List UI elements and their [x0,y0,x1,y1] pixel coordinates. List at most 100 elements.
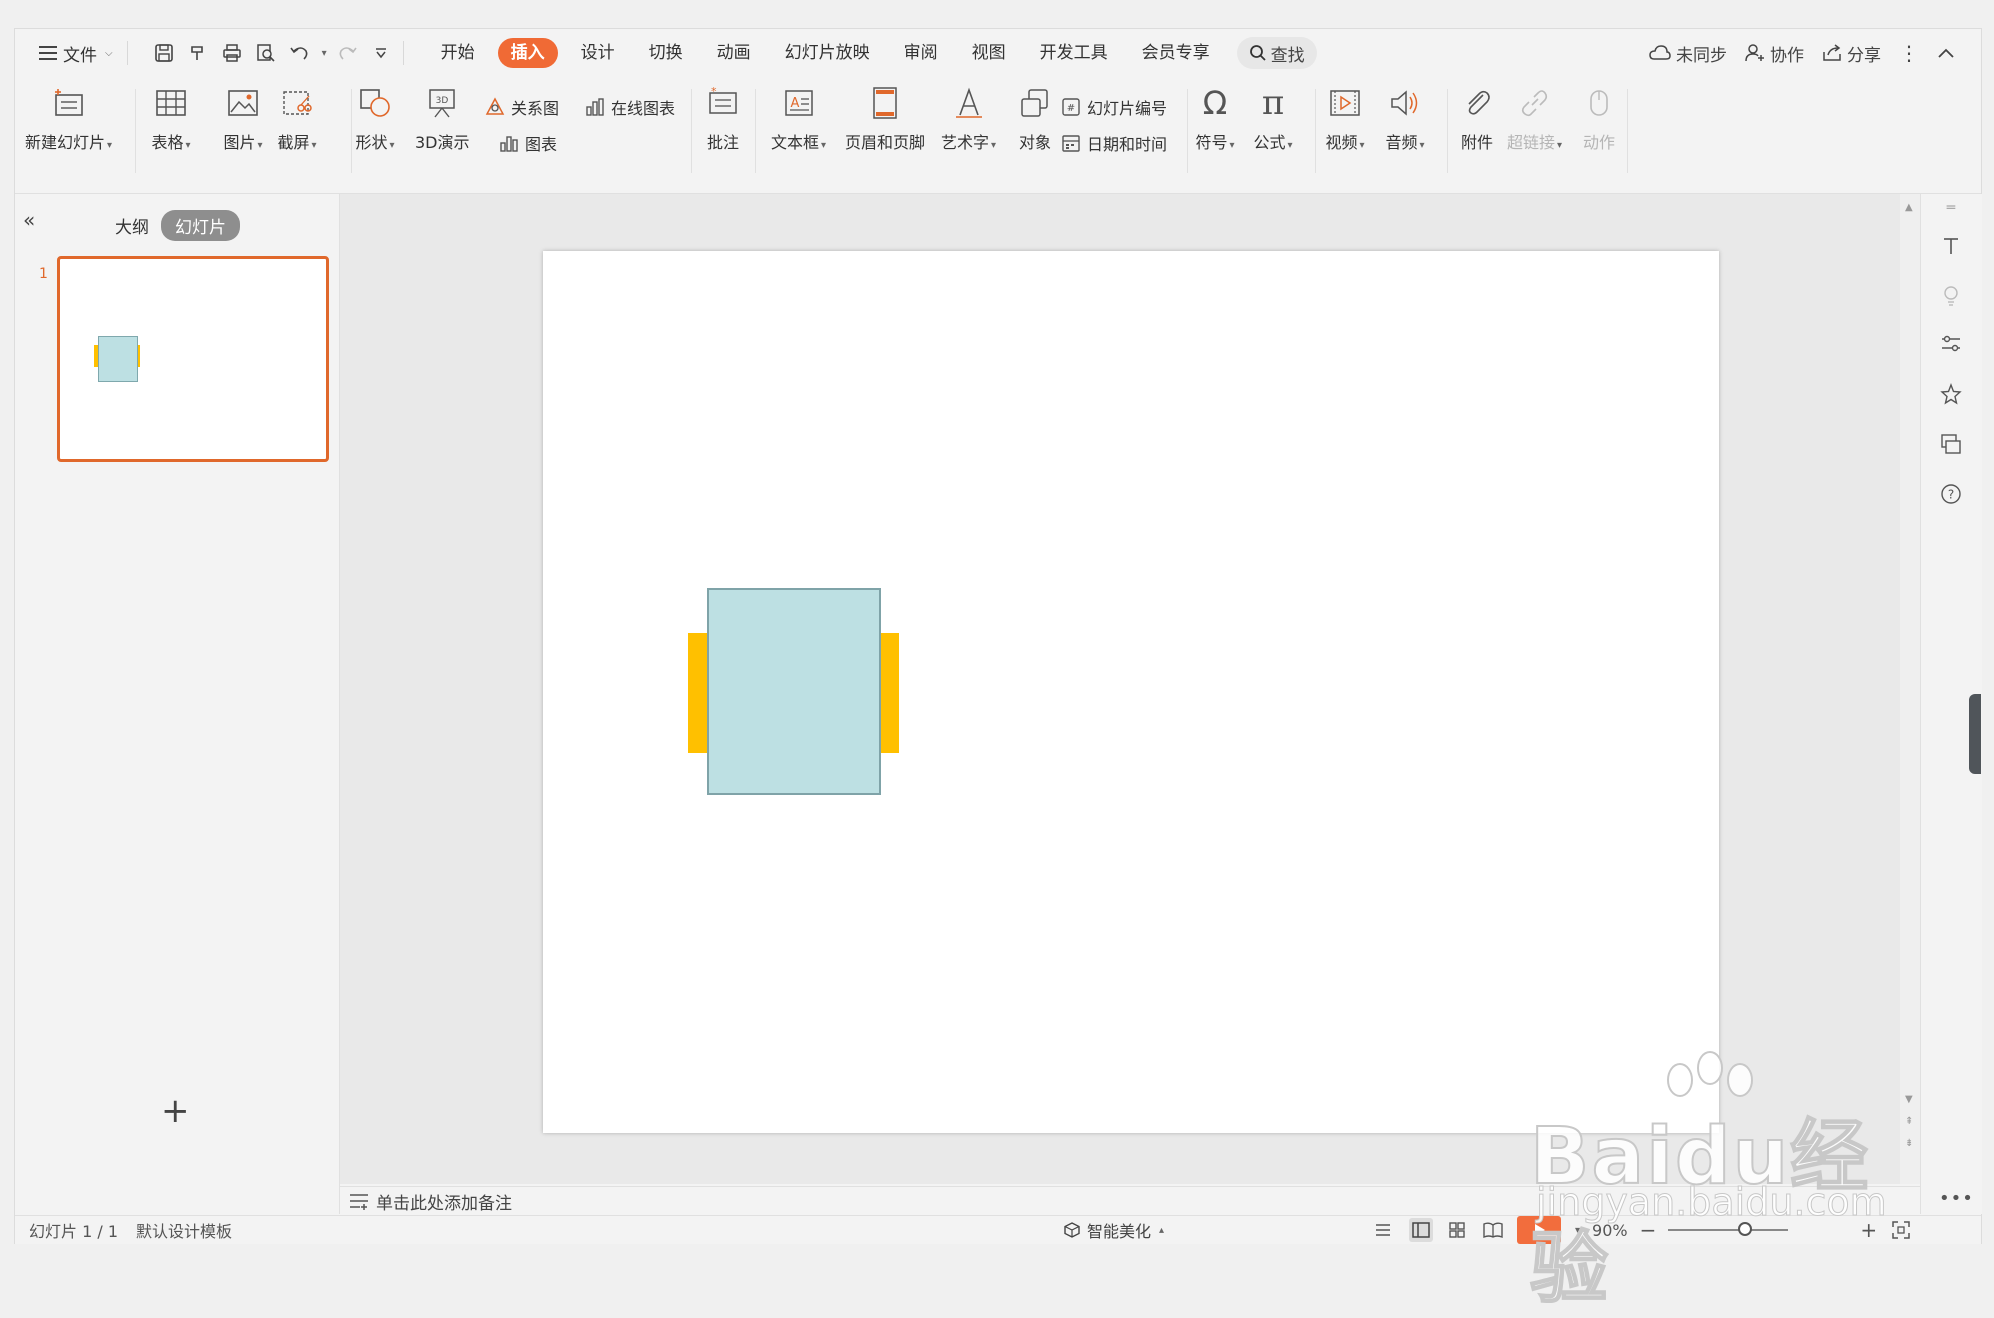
wordart-button[interactable]: 艺术字 ▾ [941,81,996,153]
file-menu[interactable]: 文件 ⌵ [33,36,119,70]
smart-beautify-button[interactable]: 智能美化 ▴ [1063,1216,1164,1244]
notes-toggle-icon[interactable] [1373,1218,1397,1242]
video-button[interactable]: 视频 ▾ [1325,81,1365,153]
help-icon[interactable]: ? [1937,480,1965,508]
save-icon[interactable] [150,39,178,67]
customize-toolbar-icon[interactable] [367,39,395,67]
add-slide-icon[interactable]: + [161,1094,190,1128]
picture-button[interactable]: 图片 ▾ [223,81,263,153]
blue-rectangle[interactable] [707,588,881,795]
collaborate-button[interactable]: 协作 [1745,41,1804,66]
online-chart-icon [586,98,604,116]
shape-icon [355,81,395,125]
divider [691,89,692,173]
chevron-down-icon: ▾ [311,140,317,151]
undo-dropdown-icon[interactable]: ▾ [322,48,327,59]
redo-icon[interactable] [333,39,361,67]
slide-sorter-icon[interactable] [1445,1218,1469,1242]
thumbnail-rectangle [98,336,138,382]
collapse-panel-icon[interactable]: « [23,208,35,232]
right-yellow-bar[interactable] [879,633,899,753]
slide-number-button[interactable]: # 幻灯片编号 [1061,95,1167,119]
slide-transition-icon[interactable] [1937,430,1965,458]
slideshow-play-button[interactable] [1517,1216,1561,1244]
symbol-button[interactable]: Ω 符号 ▾ [1195,81,1235,153]
header-footer-button[interactable]: 页眉和页脚 [845,81,925,153]
shape-button[interactable]: 形状 ▾ [355,81,395,153]
date-time-button[interactable]: 日期和时间 [1061,131,1167,155]
formula-button[interactable]: π 公式 ▾ [1253,81,1293,153]
chart-icon [500,136,518,152]
action-button[interactable]: 动作 [1579,81,1619,153]
search-label: 查找 [1270,45,1305,66]
slide-canvas[interactable] [543,251,1719,1133]
slide-thumbnail[interactable] [57,256,329,462]
online-chart-button[interactable]: 在线图表 [585,95,675,119]
tab-3[interactable]: 切换 [632,38,700,68]
more-icon[interactable]: ••• [1939,1188,1974,1209]
tab-2[interactable]: 设计 [564,38,632,68]
zoom-level[interactable]: 90% [1592,1221,1628,1240]
notes-bar[interactable]: 单击此处添加备注 [340,1186,1920,1215]
print-icon[interactable] [218,39,246,67]
tab-slides[interactable]: 幻灯片 [161,210,240,241]
divider [1315,89,1316,173]
attachment-button[interactable]: 附件 [1457,81,1497,153]
slide-number-label: 幻灯片编号 [1087,99,1168,118]
tab-5[interactable]: 幻灯片放映 [768,38,887,68]
next-slide-icon[interactable]: ⇟ [1905,1138,1913,1149]
fit-to-window-icon[interactable] [1889,1218,1913,1242]
tab-0[interactable]: 开始 [424,38,492,68]
zoom-slider-knob[interactable] [1738,1222,1753,1236]
link-icon [1515,81,1555,125]
textbox-button[interactable]: A 文本框 ▾ [771,81,826,153]
online-chart-label: 在线图表 [611,99,676,118]
search-button[interactable]: 查找 [1236,37,1317,69]
tab-8[interactable]: 开发工具 [1023,38,1125,68]
normal-view-icon[interactable] [1409,1218,1433,1242]
text-format-icon[interactable] [1937,232,1965,260]
previous-slide-icon[interactable]: ⇞ [1905,1116,1913,1127]
screenshot-icon [277,81,317,125]
vertical-scrollbar[interactable]: ▲ ▼ ⇞ ⇟ [1900,194,1920,1184]
smartart-button[interactable]: 关系图 [485,95,559,119]
tab-4[interactable]: 动画 [700,38,768,68]
undo-icon[interactable] [286,39,314,67]
zoom-slider[interactable] [1668,1222,1789,1236]
sync-status-button[interactable]: 未同步 [1649,41,1727,66]
print-preview-icon[interactable] [252,39,280,67]
sync-label: 未同步 [1676,45,1727,66]
chart-button[interactable]: 图表 [499,131,557,155]
3d-demo-button[interactable]: 3D 3D演示 [415,81,470,153]
tab-6[interactable]: 审阅 [887,38,955,68]
scroll-down-icon[interactable]: ▼ [1905,1094,1913,1105]
sidebar-expand-handle[interactable] [1969,694,1981,774]
zoom-out-icon[interactable]: − [1640,1218,1657,1242]
tab-outline[interactable]: 大纲 [115,213,149,238]
left-yellow-bar[interactable] [688,633,708,753]
hyperlink-button[interactable]: 超链接 ▾ [1507,81,1562,153]
zoom-in-icon[interactable]: + [1860,1218,1877,1242]
lightbulb-icon[interactable] [1937,282,1965,310]
comment-button[interactable]: * 批注 [703,81,743,153]
collapse-ribbon-icon[interactable] [1937,44,1955,63]
object-button[interactable]: 对象 [1015,81,1055,153]
table-button[interactable]: 表格 ▾ [151,81,191,153]
tab-1[interactable]: 插入 [497,38,558,68]
scroll-up-icon[interactable]: ▲ [1905,202,1913,213]
pi-icon: π [1261,83,1285,123]
audio-button[interactable]: 音频 ▾ [1385,81,1425,153]
screenshot-button[interactable]: 截屏 ▾ [277,81,317,153]
properties-icon[interactable] [1937,330,1965,358]
chevron-down-icon: ⌵ [105,47,113,59]
animation-star-icon[interactable] [1937,380,1965,408]
more-options-icon[interactable]: ⋮ [1899,41,1919,65]
tab-9[interactable]: 会员专享 [1125,38,1227,68]
new-slide-button[interactable]: 新建幻灯片 ▾ [25,81,112,153]
chevron-down-icon[interactable]: ▾ [1575,1225,1580,1236]
template-name[interactable]: 默认设计模板 [136,1218,232,1242]
tab-7[interactable]: 视图 [955,38,1023,68]
format-painter-icon[interactable] [184,39,212,67]
share-button[interactable]: 分享 [1822,41,1881,66]
reading-view-icon[interactable] [1481,1218,1505,1242]
